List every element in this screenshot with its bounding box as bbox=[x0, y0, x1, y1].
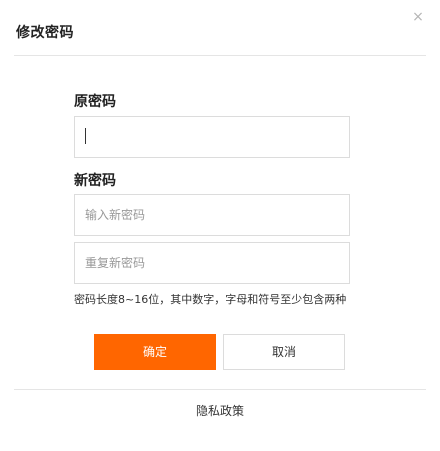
new-password-label: 新密码 bbox=[74, 173, 116, 189]
dialog-title: 修改密码 bbox=[16, 25, 74, 41]
confirm-button[interactable]: 确定 bbox=[94, 334, 216, 370]
close-icon[interactable]: × bbox=[410, 9, 426, 25]
old-password-label: 原密码 bbox=[74, 94, 116, 110]
cancel-button[interactable]: 取消 bbox=[223, 334, 345, 370]
privacy-policy-link[interactable]: 隐私政策 bbox=[0, 402, 440, 419]
old-password-input[interactable] bbox=[74, 116, 350, 158]
header-divider bbox=[14, 55, 426, 56]
new-password-input[interactable] bbox=[74, 194, 350, 236]
text-cursor bbox=[85, 128, 86, 144]
repeat-password-input[interactable] bbox=[74, 242, 350, 284]
change-password-dialog: 修改密码 × 原密码 新密码 密码长度8~16位，其中数字，字母和符号至少包含两… bbox=[0, 0, 440, 451]
footer-divider bbox=[14, 389, 426, 390]
password-hint: 密码长度8~16位，其中数字，字母和符号至少包含两种 bbox=[74, 293, 347, 306]
